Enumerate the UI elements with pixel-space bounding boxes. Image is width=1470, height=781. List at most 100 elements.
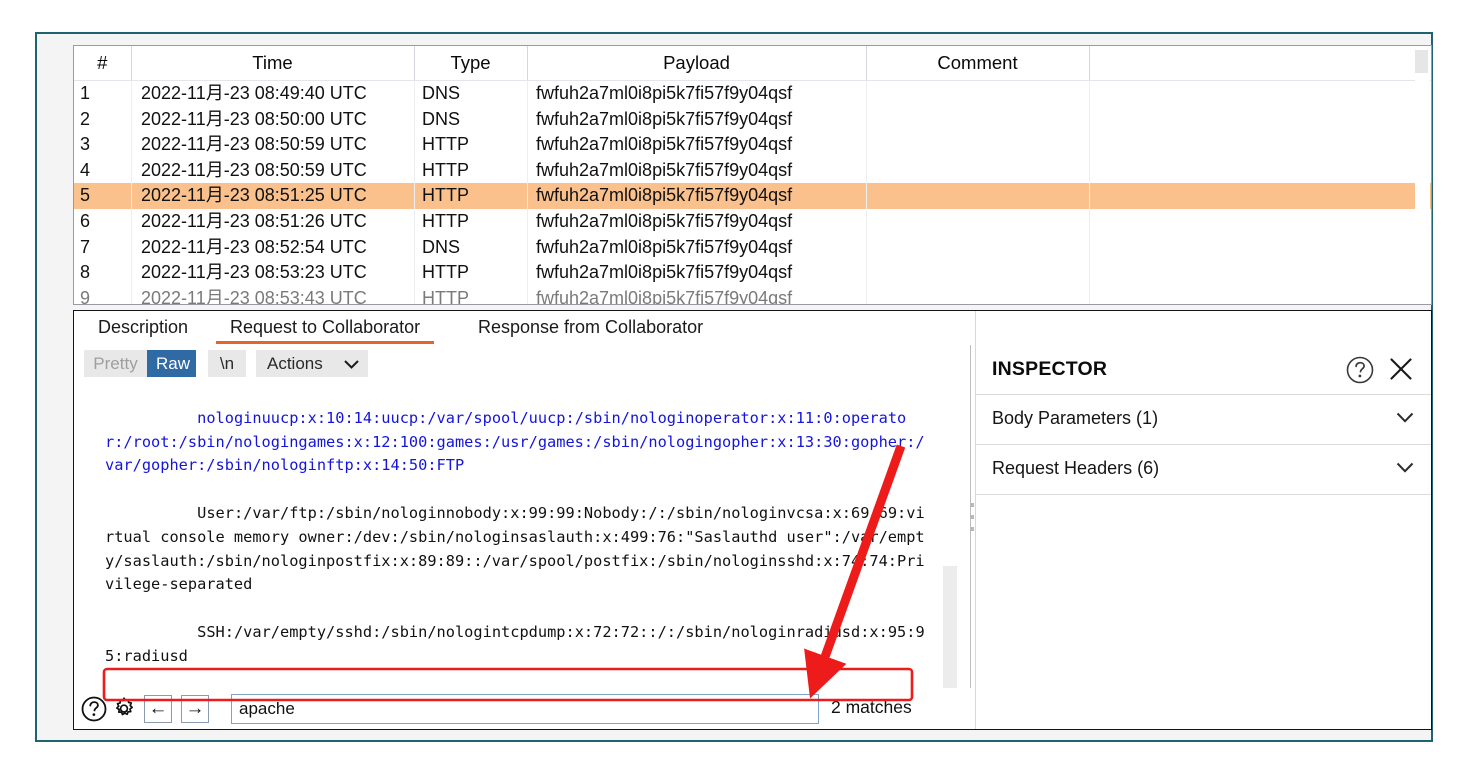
help-circle-icon[interactable] — [1346, 356, 1374, 384]
column-header-index[interactable]: # — [74, 46, 132, 81]
cell-spacer — [1089, 107, 1431, 133]
events-table-scrollbar-thumb[interactable] — [1415, 50, 1428, 73]
actions-menu-button[interactable]: Actions — [256, 350, 368, 377]
column-header-comment[interactable]: Comment — [866, 46, 1090, 81]
cell-index: 9 — [80, 287, 91, 305]
column-header-time[interactable]: Time — [131, 46, 415, 81]
cell-payload: fwfuh2a7ml0i8pi5k7fi57f9y04qsf — [536, 108, 793, 129]
chevron-down-icon — [344, 360, 359, 369]
cell-index: 5 — [74, 183, 131, 209]
body-scrollbar-thumb[interactable] — [943, 566, 957, 689]
tab-response-from-collaborator[interactable]: Response from Collaborator — [464, 311, 717, 344]
cell-payload: fwfuh2a7ml0i8pi5k7fi57f9y04qsf — [536, 134, 793, 155]
column-header-type[interactable]: Type — [414, 46, 528, 81]
cell-payload: fwfuh2a7ml0i8pi5k7fi57f9y04qsf — [536, 236, 793, 257]
match-count-label: 2 matches — [831, 697, 912, 717]
table-row[interactable]: 2 2022-11月-23 08:50:00 UTC DNS fwfuh2a7ml0i… — [74, 107, 1431, 133]
tab-description[interactable]: Description — [84, 311, 202, 344]
tab-request-to-collaborator[interactable]: Request to Collaborator — [216, 311, 435, 344]
raw-message-text[interactable]: nologinuucp:x:10:14:uucp:/var/spool/uucp… — [105, 383, 933, 689]
find-next-button[interactable]: → — [181, 695, 209, 723]
cell-time: 2022-11月-23 08:49:40 UTC — [141, 83, 367, 103]
cell-payload: fwfuh2a7ml0i8pi5k7fi57f9y04qsf — [536, 83, 793, 103]
table-row[interactable]: 1 2022-11月-23 08:49:40 UTC DNS fwfuh2a7ml0i… — [74, 81, 1431, 107]
cell-comment — [866, 132, 1089, 158]
inspector-section-label: Request Headers (6) — [992, 458, 1160, 478]
newline-view-button[interactable]: \n — [208, 350, 246, 377]
events-table[interactable]: # Time Type Payload Comment 1 2022-11月-23… — [74, 46, 1431, 305]
cell-comment — [866, 158, 1089, 184]
chevron-down-icon[interactable] — [1396, 462, 1414, 474]
table-row[interactable]: 7 2022-11月-23 08:52:54 UTC DNS fwfuh2a7ml0i… — [74, 235, 1431, 261]
body-line-2: SSH:/var/empty/sshd:/sbin/nologintcpdump… — [105, 622, 925, 665]
search-input[interactable] — [231, 694, 819, 724]
cell-time: 2022-11月-23 08:50:59 UTC — [141, 159, 367, 180]
cell-comment — [866, 183, 1089, 209]
message-editor-toolbar[interactable]: Pretty Raw \n Actions — [74, 345, 979, 381]
cell-spacer — [1089, 235, 1431, 261]
cell-time: 2022-11月-23 08:53:23 UTC — [141, 262, 367, 283]
cell-index: 4 — [80, 159, 91, 180]
close-x-icon[interactable] — [1388, 356, 1414, 382]
column-header-payload[interactable]: Payload — [527, 46, 867, 81]
chevron-down-icon[interactable] — [1396, 412, 1414, 424]
cell-index: 1 — [80, 83, 91, 103]
table-row[interactable]: 3 2022-11月-23 08:50:59 UTC HTTP fwfuh2a7ml0… — [74, 132, 1431, 158]
raw-view-button[interactable]: Raw — [147, 350, 196, 377]
cell-payload: fwfuh2a7ml0i8pi5k7fi57f9y04qsf — [527, 183, 866, 209]
screenshot-root: # Time Type Payload Comment 1 2022-11月-23… — [0, 0, 1470, 781]
cell-time: 2022-11月-23 08:50:00 UTC — [141, 108, 367, 129]
cell-time: 2022-11月-23 08:51:25 UTC — [131, 183, 414, 209]
raw-message-body-viewer[interactable]: nologinuucp:x:10:14:uucp:/var/spool/uucp… — [74, 381, 940, 689]
cell-type: HTTP — [414, 183, 527, 209]
cell-time: 2022-11月-23 08:53:43 UTC — [141, 287, 367, 305]
body-blue-segment: nologinuucp:x:10:14:uucp:/var/spool/uucp… — [105, 408, 925, 475]
inspector-section-request-headers[interactable]: Request Headers (6) — [976, 445, 1431, 495]
gear-icon[interactable] — [111, 696, 137, 722]
table-row[interactable]: 6 2022-11月-23 08:51:26 UTC HTTP fwfuh2a7ml0… — [74, 209, 1431, 235]
inspector-section-body-parameters[interactable]: Body Parameters (1) — [976, 395, 1431, 445]
table-row[interactable]: 4 2022-11月-23 08:50:59 UTC HTTP fwfuh2a7ml0… — [74, 158, 1431, 184]
pretty-view-button[interactable]: Pretty — [84, 350, 147, 377]
body-line-1: User:/var/ftp:/sbin/nologinnobody:x:99:9… — [105, 503, 925, 594]
table-row[interactable]: 9 2022-11月-23 08:53:43 UTC HTTP fwfuh2a7ml0… — [74, 286, 1431, 305]
find-toolbar[interactable]: ← → 2 matches — [74, 688, 979, 729]
cell-spacer — [1089, 209, 1431, 235]
cell-type: HTTP — [422, 210, 469, 231]
cell-spacer — [1089, 286, 1431, 304]
cell-comment — [866, 235, 1089, 261]
cell-payload: fwfuh2a7ml0i8pi5k7fi57f9y04qsf — [536, 287, 793, 305]
inspector-section-label: Body Parameters (1) — [992, 408, 1159, 428]
cell-type: DNS — [422, 83, 461, 103]
cell-comment — [866, 286, 1089, 304]
cell-type: HTTP — [422, 159, 469, 180]
cell-type: DNS — [422, 108, 461, 129]
table-row[interactable]: 8 2022-11月-23 08:53:23 UTC HTTP fwfuh2a7ml0… — [74, 260, 1431, 286]
cell-type: HTTP — [422, 287, 469, 305]
cell-index: 6 — [80, 210, 91, 231]
cell-index: 7 — [80, 236, 91, 257]
cell-spacer — [1089, 132, 1431, 158]
cell-time: 2022-11月-23 08:52:54 UTC — [141, 236, 367, 257]
cell-comment — [866, 209, 1089, 235]
cell-spacer — [1089, 158, 1431, 184]
find-previous-button[interactable]: ← — [144, 695, 172, 723]
actions-label: Actions — [267, 354, 323, 373]
cell-payload: fwfuh2a7ml0i8pi5k7fi57f9y04qsf — [536, 210, 793, 231]
cell-index: 2 — [80, 108, 91, 129]
table-row[interactable]: 5 2022-11月-23 08:51:25 UTC HTTP fwfuh2a7ml0… — [74, 183, 1431, 209]
cell-comment — [866, 260, 1089, 286]
help-circle-icon[interactable] — [81, 696, 107, 722]
cell-index: 8 — [80, 262, 91, 283]
events-table-scrollbar[interactable] — [1415, 47, 1430, 303]
events-table-body[interactable]: 1 2022-11月-23 08:49:40 UTC DNS fwfuh2a7ml0i… — [74, 81, 1431, 305]
cell-type: HTTP — [422, 134, 469, 155]
inspector-header: INSPECTOR — [976, 345, 1431, 395]
cell-time: 2022-11月-23 08:50:59 UTC — [141, 134, 367, 155]
cell-time: 2022-11月-23 08:51:26 UTC — [141, 210, 367, 231]
inspector-panel: INSPECTOR Body Parameters (1) Request He… — [975, 311, 1431, 729]
cell-index: 3 — [80, 134, 91, 155]
collaborator-events-table-panel[interactable]: # Time Type Payload Comment 1 2022-11月-23… — [73, 45, 1432, 305]
column-header-spacer — [1089, 46, 1431, 81]
cell-type: HTTP — [422, 262, 469, 283]
